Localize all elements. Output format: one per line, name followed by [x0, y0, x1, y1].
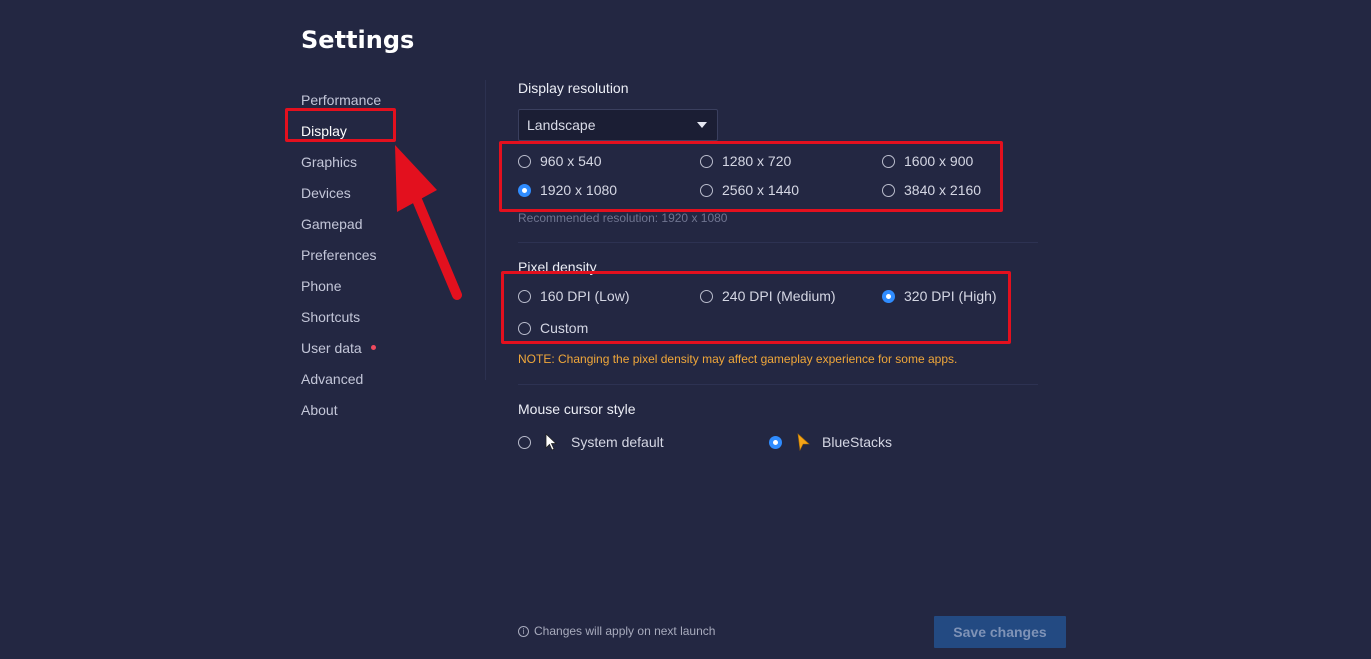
radio-button[interactable] [882, 154, 895, 168]
density-label: Custom [540, 320, 589, 336]
density-option-custom[interactable]: Custom [518, 320, 588, 336]
chevron-down-icon [697, 122, 707, 128]
save-changes-button[interactable]: Save changes [934, 616, 1066, 648]
resolution-option-1280[interactable]: 1280 x 720 [700, 153, 791, 169]
radio-button-checked[interactable] [518, 183, 531, 197]
sidebar-item-user-data[interactable]: User data [301, 332, 461, 363]
density-label: 320 DPI (High) [904, 288, 997, 304]
resolution-label: 3840 x 2160 [904, 182, 982, 198]
section-divider [518, 242, 1038, 243]
resolution-option-2560[interactable]: 2560 x 1440 [700, 182, 799, 198]
sidebar-item-advanced[interactable]: Advanced [301, 363, 461, 394]
arrow-cursor-icon [545, 433, 558, 451]
cursor-label: System default [571, 434, 664, 450]
density-option-320[interactable]: 320 DPI (High) [882, 288, 997, 304]
radio-button[interactable] [518, 154, 531, 168]
resolution-label: 1920 x 1080 [540, 182, 618, 198]
footer-note-text: Changes will apply on next launch [534, 624, 716, 638]
radio-button-checked[interactable] [769, 435, 782, 449]
radio-button[interactable] [518, 321, 531, 335]
orientation-dropdown[interactable]: Landscape [518, 109, 718, 141]
info-icon: i [518, 625, 529, 637]
cursor-option-bluestacks[interactable]: BlueStacks [769, 433, 892, 451]
resolution-option-3840[interactable]: 3840 x 2160 [882, 182, 981, 198]
orientation-selected: Landscape [527, 117, 596, 133]
recommended-resolution-hint: Recommended resolution: 1920 x 1080 [518, 211, 728, 225]
pixel-density-note: NOTE: Changing the pixel density may aff… [518, 352, 958, 366]
density-label: 160 DPI (Low) [540, 288, 630, 304]
resolution-option-1600[interactable]: 1600 x 900 [882, 153, 973, 169]
radio-button[interactable] [882, 183, 895, 197]
mouse-cursor-label: Mouse cursor style [518, 401, 636, 417]
sidebar-divider [485, 80, 486, 380]
resolution-label: 1280 x 720 [722, 153, 792, 169]
density-option-160[interactable]: 160 DPI (Low) [518, 288, 629, 304]
cursor-label: BlueStacks [822, 434, 893, 450]
radio-button-checked[interactable] [882, 289, 895, 303]
page-title: Settings [301, 26, 415, 54]
cursor-option-system-default[interactable]: System default [518, 433, 664, 451]
resolution-label: 960 x 540 [540, 153, 602, 169]
notification-dot [370, 345, 376, 350]
radio-button[interactable] [518, 289, 531, 303]
resolution-label: 2560 x 1440 [722, 182, 800, 198]
resolution-option-960[interactable]: 960 x 540 [518, 153, 602, 169]
red-arrow-annotation [395, 145, 462, 300]
radio-button[interactable] [700, 154, 713, 168]
density-option-240[interactable]: 240 DPI (Medium) [700, 288, 836, 304]
radio-button[interactable] [700, 183, 713, 197]
footer-note: i Changes will apply on next launch [518, 624, 715, 638]
resolution-option-1920[interactable]: 1920 x 1080 [518, 182, 617, 198]
display-resolution-label: Display resolution [518, 80, 629, 96]
sidebar-item-label: User data [301, 339, 362, 356]
bluestacks-cursor-icon [797, 433, 810, 451]
radio-button[interactable] [518, 435, 531, 449]
resolution-highlight-box [499, 141, 1003, 212]
display-highlight-box [285, 108, 396, 142]
density-label: 240 DPI (Medium) [722, 288, 836, 304]
section-divider [518, 384, 1038, 385]
radio-button[interactable] [700, 289, 713, 303]
resolution-label: 1600 x 900 [904, 153, 974, 169]
sidebar-item-about[interactable]: About [301, 394, 461, 425]
